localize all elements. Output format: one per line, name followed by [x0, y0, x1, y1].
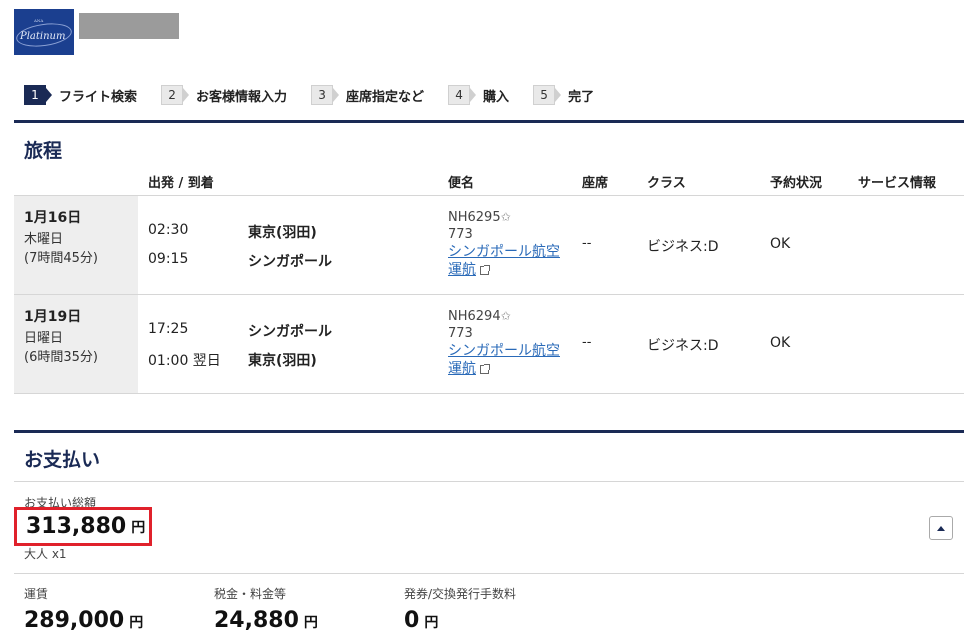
step-seat-selection: 3 座席指定など: [311, 85, 424, 105]
header: ANA Platinum: [14, 9, 179, 55]
step-label: 購入: [483, 89, 510, 105]
col-dep-arr: 出発 / 到着: [148, 176, 214, 191]
logo-text: ANA: [34, 18, 44, 23]
col-status: 予約状況: [770, 176, 823, 191]
status-value: OK: [770, 335, 791, 351]
segment-date-box: 1月16日 木曜日 (7時間45分): [14, 196, 138, 294]
operated-by[interactable]: 運航: [448, 361, 476, 377]
col-seat: 座席: [582, 176, 609, 191]
redacted-username: [79, 13, 179, 39]
divider: [14, 393, 964, 394]
breakdown-label: 運賃: [24, 587, 49, 601]
total-amount: 313,880: [26, 514, 127, 539]
arrival-airport: 東京(羽田): [248, 353, 317, 369]
arrival-airport: シンガポール: [248, 254, 332, 270]
step-flight-search: 1 フライト検索: [24, 85, 137, 105]
step-purchase: 4 購入: [448, 85, 509, 105]
progress-steps: 1 フライト検索 2 お客様情報入力 3 座席指定など 4 購入 5 完了: [24, 85, 618, 105]
external-link-icon: [480, 364, 490, 374]
seat-value: --: [582, 335, 592, 350]
itinerary-rule: [14, 120, 964, 123]
status-value: OK: [770, 236, 791, 252]
step-number: 1: [24, 85, 52, 105]
aircraft-type: 773: [448, 326, 473, 341]
seat-value: --: [582, 236, 592, 251]
arrival-time: 01:00 翌日: [148, 353, 221, 369]
star-alliance-icon: ✩: [500, 309, 511, 323]
step-number: 2: [161, 85, 190, 105]
segment-duration: (7時間45分): [24, 251, 98, 266]
divider: [14, 195, 964, 196]
operator-link[interactable]: シンガポール航空 運航: [448, 342, 560, 378]
departure-airport: シンガポール: [248, 324, 332, 340]
passenger-count: 大人 x1: [24, 547, 67, 561]
divider: [14, 573, 964, 574]
flight-info: NH6295✩ 773 シンガポール航空 運航: [448, 209, 560, 279]
tax-breakdown: 税金・料金等 24,880 円: [214, 585, 318, 633]
breakdown-label: 税金・料金等: [214, 587, 287, 601]
flight-number: NH6295: [448, 210, 501, 225]
divider: [14, 294, 964, 295]
step-number: 5: [533, 85, 562, 105]
logo-script: Platinum: [20, 31, 66, 42]
operated-by[interactable]: 運航: [448, 262, 476, 278]
step-complete: 5 完了: [533, 85, 594, 105]
operator-name[interactable]: シンガポール航空: [448, 342, 560, 360]
step-number: 3: [311, 85, 340, 105]
operator-name[interactable]: シンガポール航空: [448, 243, 560, 261]
col-service: サービス情報: [858, 176, 937, 191]
fee-breakdown: 発券/交換発行手数料 0円: [404, 585, 516, 633]
breakdown-amount: 24,880 円: [214, 608, 318, 633]
currency-unit: 円: [131, 519, 146, 536]
operator-link[interactable]: シンガポール航空 運航: [448, 243, 560, 279]
itinerary-title: 旅程: [24, 140, 63, 162]
segment-duration: (6時間35分): [24, 350, 98, 365]
payment-rule: [14, 430, 964, 433]
breakdown-label: 発券/交換発行手数料: [404, 587, 517, 601]
segment-date: 1月19日: [24, 309, 82, 325]
payment-title: お支払い: [24, 449, 101, 471]
breakdown-amount: 289,000 円: [24, 608, 144, 633]
step-number: 4: [448, 85, 477, 105]
segment-weekday: 木曜日: [24, 232, 64, 247]
step-label: フライト検索: [59, 89, 138, 105]
col-class: クラス: [647, 176, 686, 191]
departure-time: 17:25: [148, 321, 189, 337]
arrival-time: 09:15: [148, 251, 189, 267]
chevron-up-icon: [937, 525, 945, 531]
flight-number: NH6294: [448, 309, 501, 324]
aircraft-type: 773: [448, 227, 473, 242]
flight-info: NH6294✩ 773 シンガポール航空 運航: [448, 308, 560, 378]
step-label: 座席指定など: [346, 89, 425, 105]
step-label: お客様情報入力: [196, 89, 288, 105]
segment-weekday: 日曜日: [24, 331, 64, 346]
fare-breakdown: 運賃 289,000 円: [24, 585, 143, 633]
step-passenger-info: 2 お客様情報入力: [161, 85, 287, 105]
breakdown-amount: 0円: [404, 608, 439, 633]
ana-platinum-logo[interactable]: ANA Platinum: [14, 9, 74, 55]
star-alliance-icon: ✩: [500, 210, 511, 224]
departure-airport: 東京(羽田): [248, 225, 317, 241]
segment-date: 1月16日: [24, 210, 82, 226]
class-value: ビジネス:D: [647, 239, 719, 255]
collapse-toggle-button[interactable]: [929, 516, 953, 540]
total-amount-highlight: 313,880 円: [14, 507, 152, 546]
external-link-icon: [480, 265, 490, 275]
divider: [14, 481, 964, 482]
step-label: 完了: [568, 89, 595, 105]
departure-time: 02:30: [148, 222, 189, 238]
col-flight: 便名: [448, 176, 475, 191]
segment-date-box: 1月19日 日曜日 (6時間35分): [14, 295, 138, 393]
class-value: ビジネス:D: [647, 338, 719, 354]
